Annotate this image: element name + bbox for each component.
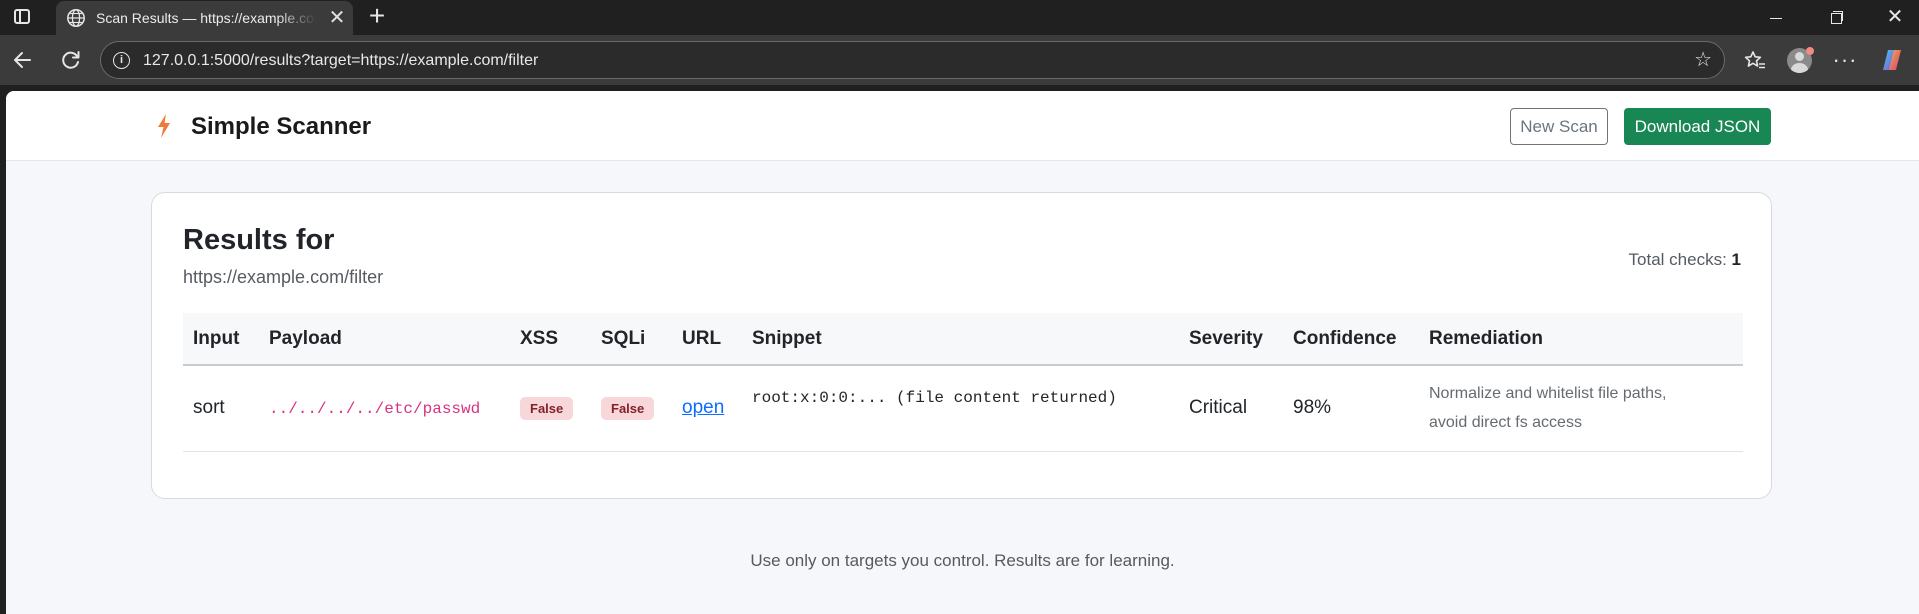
column-header-xss: XSS — [510, 313, 591, 366]
new-scan-button[interactable]: New Scan — [1510, 108, 1608, 145]
footer-note: Use only on targets you control. Results… — [750, 551, 1175, 570]
column-header-snippet: Snippet — [742, 313, 1179, 366]
favorites-icon[interactable] — [1740, 45, 1770, 75]
column-header-confidence: Confidence — [1283, 313, 1419, 366]
cell-xss: False — [510, 365, 591, 452]
remediation-line-2: avoid direct fs access — [1429, 414, 1582, 432]
column-header-input: Input — [183, 313, 259, 366]
remediation-text: Normalize and whitelist file paths, avoi… — [1429, 379, 1733, 437]
page-viewport: Simple Scanner New Scan Download JSON Re… — [6, 91, 1919, 614]
total-checks-value: 1 — [1731, 250, 1741, 269]
new-tab-plus-icon[interactable]: + — [364, 2, 390, 31]
results-target-url: https://example.com/filter — [183, 267, 384, 287]
back-arrow-icon[interactable] — [8, 45, 38, 75]
cell-snippet: root:x:0:0:... (file content returned) — [742, 365, 1179, 452]
column-header-url: URL — [672, 313, 742, 366]
snippet-code: root:x:0:0:... (file content returned) — [752, 389, 1117, 408]
total-checks-label: Total checks: — [1628, 250, 1727, 269]
column-header-sqli: SQLi — [591, 313, 672, 366]
table-row: sort ../../../../etc/passwd False False … — [183, 365, 1743, 452]
globe-icon — [67, 9, 85, 27]
cell-remediation: Normalize and whitelist file paths, avoi… — [1419, 365, 1743, 452]
cell-url: open — [672, 365, 742, 452]
remediation-line-1: Normalize and whitelist file paths, — [1429, 385, 1667, 403]
bookmark-star-icon[interactable]: ☆ — [1694, 48, 1712, 72]
table-header-row: Input Payload XSS SQLi URL Snippet Sever… — [183, 313, 1743, 366]
column-header-severity: Severity — [1179, 313, 1283, 366]
sidebar-toggle-icon[interactable] — [14, 9, 30, 24]
window-close-button[interactable]: ✕ — [1870, 0, 1919, 35]
brand-name: Simple Scanner — [191, 113, 372, 140]
results-card: Results for https://example.com/filter T… — [151, 192, 1772, 499]
address-url[interactable]: 127.0.0.1:5000/results?target=https://ex… — [143, 52, 538, 70]
more-options-icon[interactable]: ··· — [1830, 45, 1860, 75]
copilot-icon[interactable] — [1877, 45, 1907, 75]
cell-confidence: 98% — [1283, 365, 1419, 452]
site-info-icon[interactable]: i — [113, 52, 130, 69]
column-header-remediation: Remediation — [1419, 313, 1743, 366]
column-header-payload: Payload — [259, 313, 510, 366]
download-json-button[interactable]: Download JSON — [1624, 108, 1771, 145]
tab-title: Scan Results — https://example.com/filte… — [96, 10, 316, 26]
cell-input: sort — [183, 365, 259, 452]
app-header: Simple Scanner New Scan Download JSON — [6, 91, 1919, 161]
total-checks: Total checks: 1 — [1629, 250, 1741, 270]
profile-avatar-icon[interactable] — [1784, 45, 1814, 75]
browser-toolbar: i 127.0.0.1:5000/results?target=https://… — [0, 35, 1919, 85]
window-restore-button[interactable] — [1810, 0, 1860, 35]
browser-titlebar: Scan Results — https://example.com/filte… — [0, 0, 1919, 35]
results-title: Results for — [183, 224, 335, 256]
reload-icon[interactable] — [56, 45, 86, 75]
bolt-icon — [158, 114, 170, 138]
browser-tab-active[interactable]: Scan Results — https://example.com/filte… — [56, 1, 353, 35]
xss-status-badge: False — [520, 396, 574, 420]
results-table: Input Payload XSS SQLi URL Snippet Sever… — [183, 313, 1743, 452]
cell-payload: ../../../../etc/passwd — [259, 365, 510, 452]
payload-code: ../../../../etc/passwd — [269, 400, 481, 419]
cell-severity: Critical — [1179, 365, 1283, 452]
open-url-link[interactable]: open — [682, 397, 724, 418]
close-tab-icon[interactable]: ✕ — [326, 7, 348, 29]
sqli-status-badge: False — [601, 396, 655, 420]
address-bar[interactable]: i 127.0.0.1:5000/results?target=https://… — [100, 41, 1725, 79]
cell-sqli: False — [591, 365, 672, 452]
window-minimize-button[interactable] — [1750, 0, 1800, 35]
